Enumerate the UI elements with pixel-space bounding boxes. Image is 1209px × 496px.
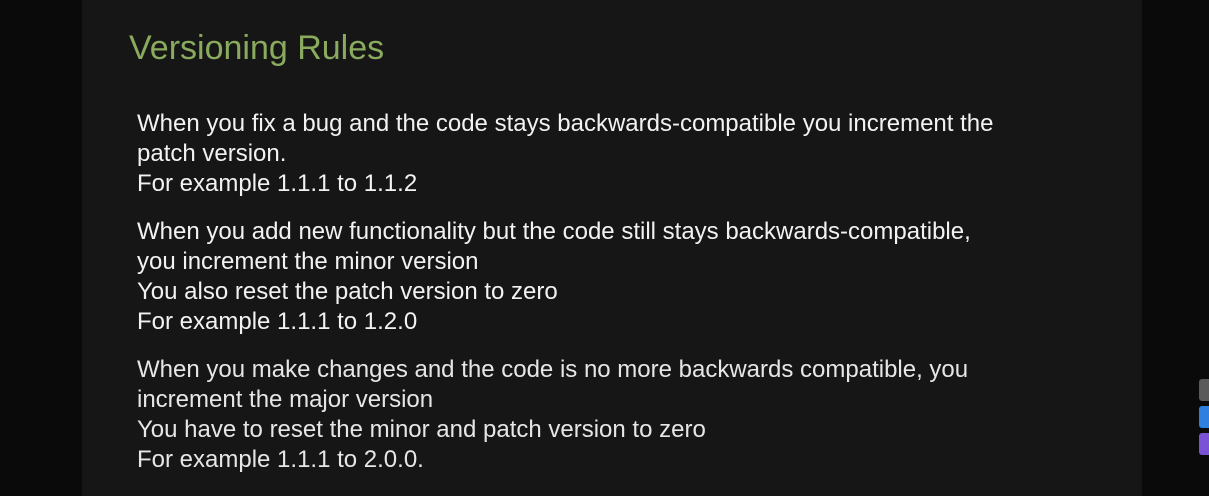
text-line: When you add new functionality but the c… [137, 218, 971, 245]
text-line: When you make changes and the code is no… [137, 356, 969, 383]
blue-widget-icon[interactable] [1199, 406, 1209, 428]
text-line: increment the major version [137, 386, 434, 413]
text-line: You have to reset the minor and patch ve… [137, 416, 706, 443]
text-line: you increment the minor version [137, 248, 479, 275]
text-line: When you fix a bug and the code stays ba… [137, 110, 994, 137]
paragraph-patch-rule: When you fix a bug and the code stays ba… [137, 109, 1127, 199]
text-line: For example 1.1.1 to 2.0.0. [137, 446, 424, 473]
slide-title: Versioning Rules [129, 29, 385, 67]
slide-body: When you fix a bug and the code stays ba… [137, 109, 1127, 493]
text-line: You also reset the patch version to zero [137, 278, 558, 305]
paragraph-major-rule: When you make changes and the code is no… [137, 355, 1127, 475]
side-widget-bar [1199, 379, 1209, 460]
text-line: For example 1.1.1 to 1.2.0 [137, 308, 418, 335]
text-line: For example 1.1.1 to 1.1.2 [137, 170, 418, 197]
presentation-viewer: Versioning Rules When you fix a bug and … [0, 0, 1209, 496]
purple-widget-icon[interactable] [1199, 433, 1209, 455]
gray-widget-icon[interactable] [1199, 379, 1209, 401]
slide: Versioning Rules When you fix a bug and … [82, 0, 1142, 496]
paragraph-minor-rule: When you add new functionality but the c… [137, 217, 1127, 337]
text-line: patch version. [137, 140, 287, 167]
